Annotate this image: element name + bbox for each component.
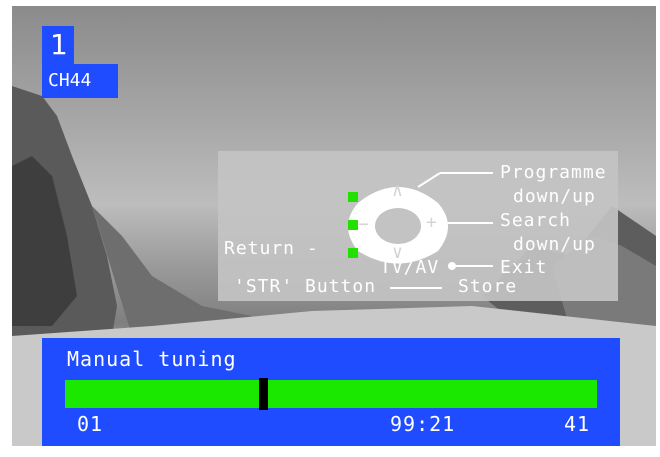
panel-title: Manual tuning: [67, 347, 237, 371]
search-label: Search: [500, 210, 572, 231]
search-sub-label: down/up: [513, 234, 596, 255]
programme-sub-label: down/up: [513, 186, 596, 207]
channel-name: CH44: [42, 64, 118, 98]
channel-number: 1: [42, 26, 74, 64]
indicator-led-middle: [348, 220, 358, 230]
control-guide: ∧ ∨ − + Programme down/up Search down/up…: [218, 151, 618, 301]
tuning-position-marker: [259, 378, 268, 410]
tuning-end-label: 41: [564, 412, 591, 436]
tv-screen: 1 CH44 ∧ ∨ − + Programme down/up Search …: [12, 6, 656, 446]
programme-label: Programme: [500, 162, 607, 183]
exit-label: Exit: [500, 257, 548, 278]
str-button-label: 'STR' Button: [234, 276, 377, 297]
tuning-progress-bar: [65, 378, 597, 410]
tuning-frequency: 99:21: [390, 412, 456, 436]
manual-tuning-panel: Manual tuning 01 99:21 41: [42, 338, 620, 446]
store-label: Store: [458, 276, 518, 297]
indicator-led-return: [348, 248, 358, 258]
dpad-minus-icon: −: [358, 214, 370, 235]
return-label: Return -: [224, 238, 319, 259]
indicator-led-top: [348, 192, 358, 202]
tvav-label: TV/AV: [380, 257, 440, 278]
dpad-plus-icon: +: [426, 212, 438, 233]
tuning-start-label: 01: [77, 412, 104, 436]
dpad-up-icon: ∧: [392, 180, 404, 201]
